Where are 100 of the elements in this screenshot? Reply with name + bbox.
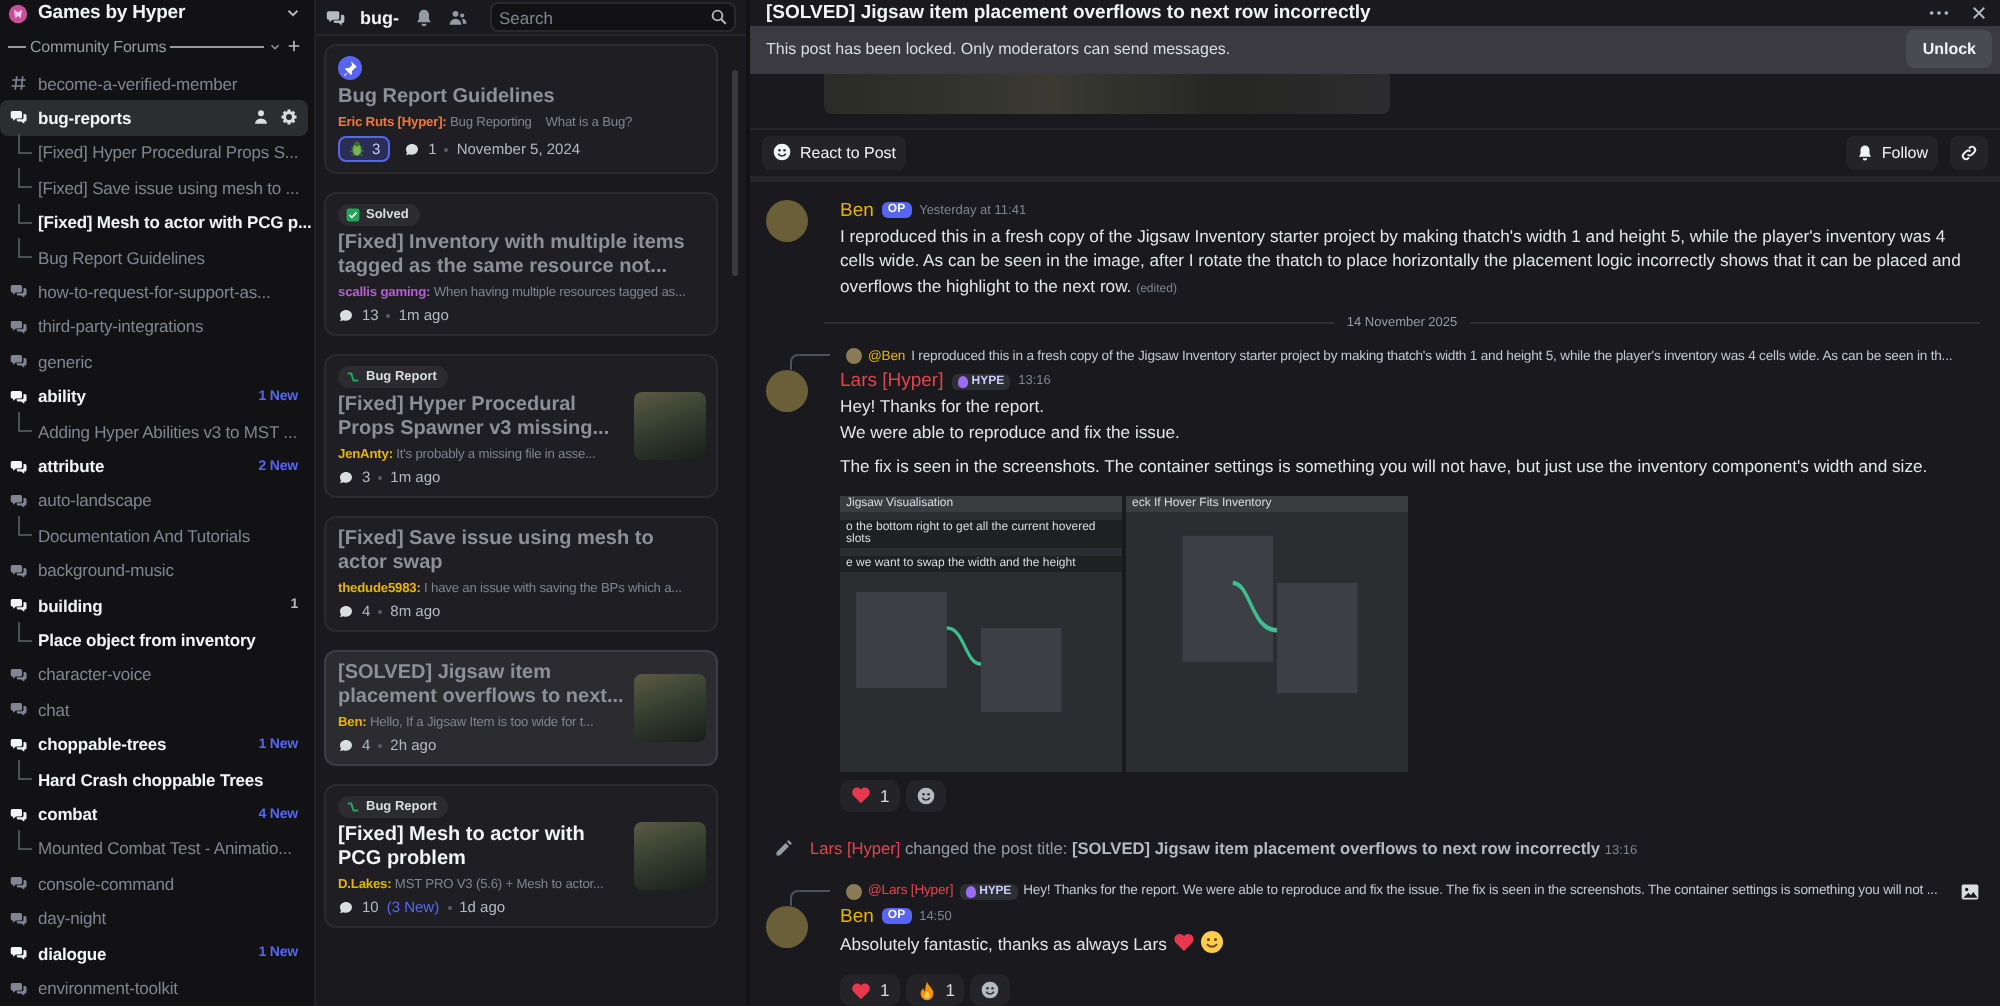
reply-connector <box>790 889 830 905</box>
forum-icon <box>10 108 28 127</box>
message-text: The fix is seen in the screenshots. The container settings is something you will not have, but just use the inventory component's width and size. <box>840 454 1930 479</box>
avatar <box>846 883 862 899</box>
avatar[interactable] <box>766 905 808 947</box>
channel-item[interactable]: third-party-integrations <box>0 309 308 345</box>
avatar <box>846 348 862 364</box>
comment-icon <box>404 141 421 157</box>
follow-button[interactable]: Follow <box>1845 135 1938 169</box>
channel-item[interactable]: chat <box>0 692 308 728</box>
settings-icon[interactable] <box>280 108 298 127</box>
author-name[interactable]: Lars [Hyper] <box>840 370 944 392</box>
post-title: Bug Report Guidelines <box>338 86 557 110</box>
hash-icon <box>10 74 28 93</box>
react-to-post-button[interactable]: React to Post <box>762 135 907 169</box>
forum-icon <box>10 596 28 615</box>
forum-icon <box>10 457 28 476</box>
post-title: [Fixed] Save issue using mesh to actor swap <box>338 528 656 576</box>
forum-icon <box>10 282 28 301</box>
locked-notice: This post has been locked. Only moderators can send messages. <box>766 40 1233 59</box>
channel-item[interactable]: become-a-verified-member <box>0 65 308 101</box>
forum-icon <box>10 665 28 684</box>
reaction-button[interactable]: 1 <box>905 974 965 1006</box>
forum-icon <box>10 491 28 510</box>
thread-item[interactable]: Mounted Combat Test - Animatio... <box>38 838 292 859</box>
forum-icon <box>10 805 28 824</box>
category-label[interactable]: Community Forums <box>30 37 167 56</box>
reply-connector <box>790 354 830 370</box>
bug-icon <box>348 140 366 158</box>
smile-icon <box>772 142 792 162</box>
thread-item[interactable]: Documentation And Tutorials <box>38 525 250 546</box>
add-reaction-button[interactable] <box>905 779 946 811</box>
author-name[interactable]: Ben <box>840 199 874 221</box>
channel-item[interactable]: background-music <box>0 553 308 588</box>
comment-icon <box>338 603 354 619</box>
channel-item[interactable]: character-voice <box>0 657 308 693</box>
comment-icon <box>338 737 354 753</box>
smile-icon <box>980 980 1001 1000</box>
channel-item[interactable]: how-to-request-for-support-as... <box>0 274 308 310</box>
forum-icon <box>10 735 28 754</box>
tag-icon <box>346 800 360 814</box>
author-name[interactable]: Ben <box>840 905 874 927</box>
channel-name: bug- <box>360 7 399 27</box>
thread-item[interactable]: Bug Report Guidelines <box>38 247 205 268</box>
comment-icon <box>338 469 354 485</box>
forum-icon <box>10 561 28 580</box>
search-field[interactable]: Search <box>489 2 736 32</box>
reaction-button[interactable]: 1 <box>840 779 900 811</box>
check-icon <box>346 208 360 222</box>
avatar[interactable] <box>766 199 808 241</box>
invite-icon[interactable] <box>252 108 270 127</box>
bell-icon <box>1855 143 1874 161</box>
comment-icon <box>338 307 354 323</box>
smile-icon <box>915 785 936 805</box>
post-title: [Fixed] Inventory with multiple items tagged as the same resource not... <box>338 232 687 280</box>
chevron-down-icon[interactable] <box>268 39 282 54</box>
heart-icon <box>850 979 872 1001</box>
forum-icon <box>10 700 28 719</box>
reaction-button[interactable]: 1 <box>840 974 900 1006</box>
channel-item[interactable]: console-command <box>0 866 308 902</box>
link-icon <box>1960 143 1978 161</box>
heart-icon <box>850 784 872 806</box>
heart-icon <box>1171 929 1196 953</box>
post-title: [Fixed] Mesh to actor with PCG problem <box>338 824 587 872</box>
avatar[interactable] <box>766 370 808 412</box>
channel-item[interactable]: bug-reports <box>0 100 308 136</box>
tag-icon <box>346 370 360 384</box>
channel-item[interactable]: generic <box>0 344 308 379</box>
forum-icon <box>10 909 28 928</box>
comment-icon <box>338 899 354 915</box>
bell-icon[interactable] <box>413 7 433 27</box>
search-icon[interactable] <box>710 8 728 26</box>
fire-icon <box>915 979 938 1001</box>
members-icon[interactable] <box>447 7 467 27</box>
thread-item[interactable]: [Fixed] Hyper Procedural Props S... <box>38 142 299 163</box>
pencil-icon <box>774 837 794 857</box>
thread-item[interactable]: Adding Hyper Abilities v3 to MST ... <box>38 421 297 442</box>
unlock-button[interactable]: Unlock <box>1906 30 1992 69</box>
message-text: Hey! Thanks for the report. We were able to reproduce and fix the issue. <box>840 394 1182 444</box>
post-title: [Fixed] Hyper Procedural Props Spawner v3 missing... <box>338 394 612 442</box>
thread-title: [SOLVED] Jigsaw item placement overflows to next row incorrectly <box>766 1 1373 24</box>
thread-item[interactable]: Hard Crash choppable Trees <box>38 769 264 790</box>
close-icon[interactable] <box>1970 3 1988 22</box>
thread-item[interactable]: [Fixed] Save issue using mesh to ... <box>38 177 300 198</box>
channel-item[interactable]: environment-toolkit <box>0 970 308 1006</box>
channel-item[interactable]: auto-landscape <box>0 483 308 519</box>
forum-icon <box>326 7 346 27</box>
add-reaction-button[interactable] <box>970 974 1011 1006</box>
channel-item[interactable]: day-night <box>0 901 308 936</box>
thread-item[interactable]: Place object from inventory <box>38 630 256 651</box>
forum-icon <box>10 874 28 893</box>
add-icon[interactable] <box>286 38 302 55</box>
post-title: [SOLVED] Jigsaw item placement overflows to next... <box>338 662 624 710</box>
forum-icon <box>10 979 28 998</box>
server-icon[interactable] <box>8 3 28 24</box>
forum-icon <box>10 352 28 371</box>
server-name[interactable]: Games by Hyper <box>38 2 274 25</box>
forum-icon <box>10 387 28 406</box>
thread-item[interactable]: [Fixed] Mesh to actor with PCG p... <box>38 212 312 233</box>
copy-link-button[interactable] <box>1950 135 1988 169</box>
